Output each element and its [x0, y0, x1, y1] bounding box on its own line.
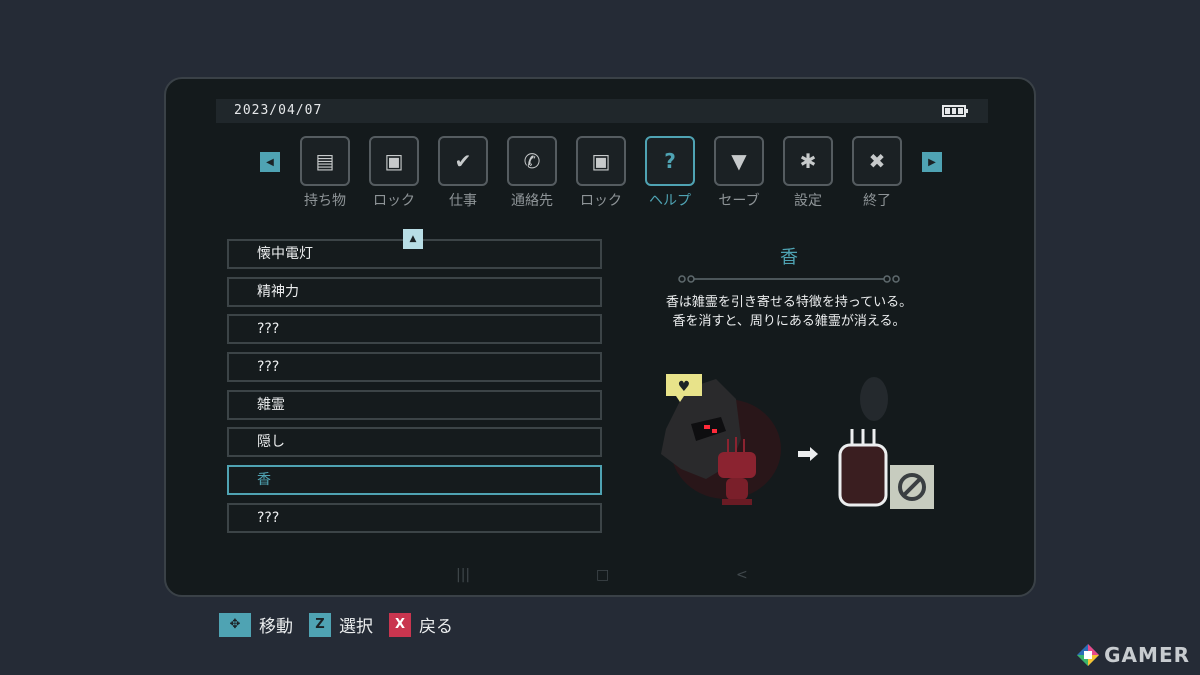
phone-device: 2023/04/07 ◀ ▤ 持ち物 ▣ ロック ✔ 仕事 ✆ 通絡先 ▣ ロッ…: [164, 77, 1036, 597]
detail-title: 香: [780, 247, 798, 268]
extinguished-incense: [838, 377, 934, 509]
gear-icon: ✱: [783, 136, 833, 186]
gamer-logo-icon: [1077, 644, 1100, 666]
tab-label: ロック: [580, 193, 622, 209]
help-topic-list: 懐中電灯 精神力 ??? ??? 雑霊 隠し 香 ???: [227, 239, 602, 541]
control-hints: ✥ 移動 Z 選択 X 戻る: [219, 612, 469, 637]
tab-prev-arrow[interactable]: ◀: [260, 152, 280, 172]
tab-label: 終了: [863, 193, 891, 209]
svg-text:♥: ♥: [678, 379, 691, 395]
x-key-icon: X: [389, 612, 411, 637]
list-item[interactable]: 雑霊: [227, 389, 602, 420]
control-back: X 戻る: [389, 612, 453, 637]
ghost-with-incense: ♥: [661, 374, 781, 505]
z-key-icon: Z: [309, 612, 331, 637]
battery-icon: [942, 105, 968, 117]
tab-label: ロック: [373, 193, 415, 209]
list-item[interactable]: 精神力: [227, 276, 602, 307]
arrow-right-icon: [798, 447, 818, 461]
tab-next-arrow[interactable]: ▶: [922, 152, 942, 172]
list-item[interactable]: ???: [227, 352, 602, 383]
tab-label: 設定: [794, 193, 822, 209]
status-bar: 2023/04/07: [216, 99, 988, 123]
close-icon: ✖: [852, 136, 902, 186]
control-select: Z 選択: [309, 612, 373, 637]
tab-label: 仕事: [449, 193, 477, 209]
checklist-icon: ✔: [438, 136, 488, 186]
lock-panel-icon: ▣: [576, 136, 626, 186]
watermark-text: GAMER: [1104, 643, 1190, 667]
lock-panel-icon: ▣: [369, 136, 419, 186]
divider-ornament: [678, 275, 900, 283]
tab-lock-2[interactable]: ▣ ロック: [576, 136, 626, 210]
dpad-icon: ✥: [219, 612, 251, 637]
list-item[interactable]: ???: [227, 314, 602, 345]
phone-icon: ✆: [507, 136, 557, 186]
recent-apps-button[interactable]: |||: [456, 567, 470, 583]
tab-help[interactable]: ? ヘルプ: [645, 136, 695, 210]
incense-illustration: ♥: [661, 374, 934, 509]
control-label: 戻る: [419, 617, 453, 637]
home-button[interactable]: □: [596, 567, 609, 583]
back-button[interactable]: <: [736, 567, 748, 583]
date-display: 2023/04/07: [234, 103, 323, 118]
description-line: 香を消すと、周りにある雑霊が消える。: [672, 314, 906, 329]
control-label: 選択: [339, 617, 373, 637]
control-label: 移動: [259, 617, 293, 637]
tab-bar: ▤ 持ち物 ▣ ロック ✔ 仕事 ✆ 通絡先 ▣ ロック ? ヘルプ ▼ セーブ…: [300, 136, 902, 210]
tab-lock-1[interactable]: ▣ ロック: [369, 136, 419, 210]
detail-description: 香は雑霊を引き寄せる特徴を持っている。 香を消すと、周りにある雑霊が消える。: [636, 293, 942, 331]
tab-items[interactable]: ▤ 持ち物: [300, 136, 350, 210]
briefcase-icon: ▤: [300, 136, 350, 186]
tab-label: ヘルプ: [649, 193, 691, 209]
save-folder-icon: ▼: [714, 136, 764, 186]
help-icon: ?: [645, 136, 695, 186]
list-item[interactable]: 隠し: [227, 427, 602, 458]
tab-settings[interactable]: ✱ 設定: [783, 136, 833, 210]
scroll-up-arrow[interactable]: ▲: [403, 229, 423, 249]
tab-label: 持ち物: [304, 193, 346, 209]
description-line: 香は雑霊を引き寄せる特徴を持っている。: [665, 295, 913, 310]
tab-label: 通絡先: [511, 193, 553, 209]
list-item[interactable]: ???: [227, 502, 602, 533]
watermark: GAMER: [1076, 643, 1190, 667]
tab-contacts[interactable]: ✆ 通絡先: [507, 136, 557, 210]
tab-save[interactable]: ▼ セーブ: [714, 136, 764, 210]
tab-label: セーブ: [718, 193, 760, 209]
control-move: ✥ 移動: [219, 612, 293, 637]
tab-quit[interactable]: ✖ 終了: [852, 136, 902, 210]
list-item-selected[interactable]: 香: [227, 465, 602, 496]
tab-jobs[interactable]: ✔ 仕事: [438, 136, 488, 210]
